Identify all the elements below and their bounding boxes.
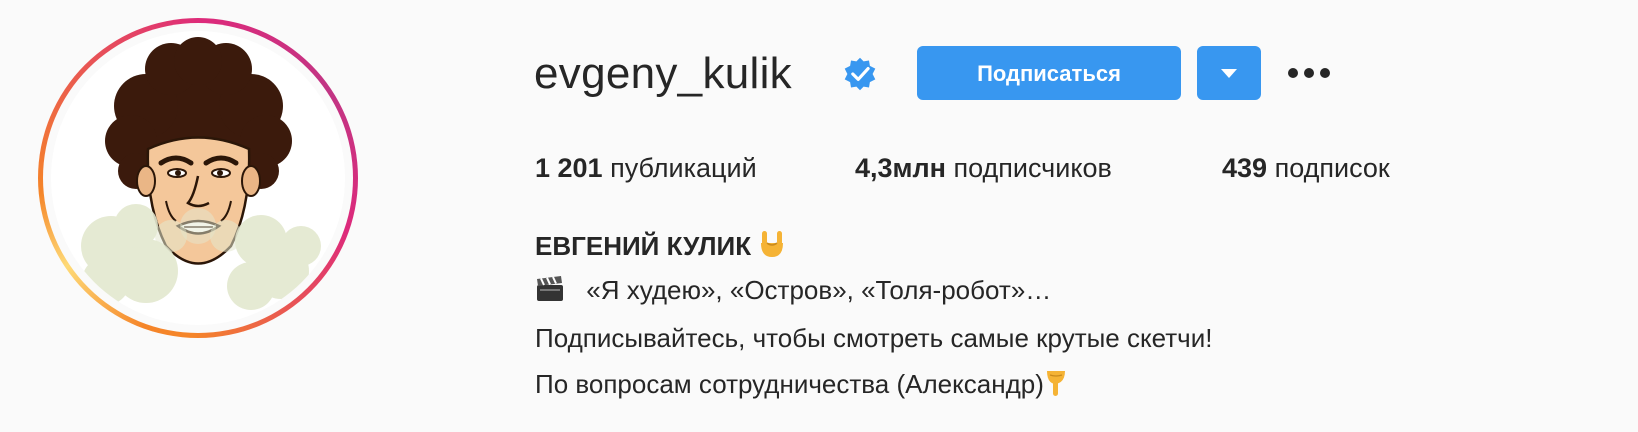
follow-button[interactable]: Подписаться <box>917 46 1181 100</box>
full-name-text: ЕВГЕНИЙ КУЛИК <box>535 231 752 261</box>
avatar-illustration <box>81 37 321 310</box>
posts-count-label: публикаций <box>610 153 757 183</box>
following-count-label: подписок <box>1274 153 1390 183</box>
more-dots-icon <box>1288 68 1298 78</box>
posts-count-value: 1 201 <box>535 153 603 183</box>
username: evgeny_kulik <box>534 49 792 98</box>
avatar[interactable] <box>51 31 345 325</box>
bio-line-3: По вопросам сотрудничества (Александр) <box>535 366 1068 402</box>
more-options-button[interactable] <box>1286 60 1332 86</box>
story-ring[interactable] <box>38 18 358 338</box>
rock-on-hand-icon <box>761 231 784 257</box>
suggested-accounts-dropdown-button[interactable] <box>1197 46 1261 100</box>
bio-line-2: Подписывайтесь, чтобы смотреть самые кру… <box>535 323 1213 353</box>
followers-count-value: 4,3млн <box>855 153 946 183</box>
bio-line-1: «Я худею», «Остров», «Толя-робот»… <box>535 272 1051 308</box>
clapperboard-icon <box>537 276 563 301</box>
followers-link[interactable]: 4,3млн подписчиков <box>855 150 1112 186</box>
chevron-down-icon <box>1221 69 1237 78</box>
profile-full-name: ЕВГЕНИЙ КУЛИК <box>535 228 786 264</box>
following-link[interactable]: 439 подписок <box>1222 150 1390 186</box>
bio-line-1-text: «Я худею», «Остров», «Толя-робот»… <box>586 275 1052 305</box>
pointing-down-icon <box>1046 371 1065 396</box>
bio-line-3-text: По вопросам сотрудничества (Александр) <box>535 369 1044 399</box>
followers-count-label: подписчиков <box>953 153 1112 183</box>
profile-header: evgeny_kulik Подписаться 1 201 публикаци… <box>0 0 1638 432</box>
verified-badge-icon <box>844 57 876 91</box>
posts-count: 1 201 публикаций <box>535 150 757 186</box>
following-count-value: 439 <box>1222 153 1268 183</box>
